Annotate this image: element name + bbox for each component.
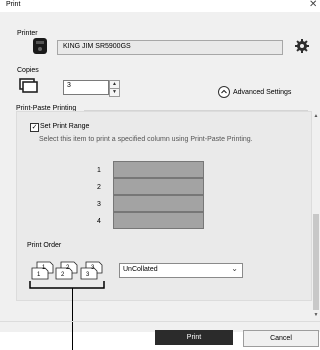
title-bar [0, 0, 320, 12]
printer-device-icon [33, 38, 47, 54]
copies-value: 3 [67, 82, 71, 89]
range-cell[interactable] [113, 212, 204, 229]
set-print-range-label[interactable]: Set Print Range [40, 123, 89, 130]
range-row-number: 3 [97, 201, 101, 208]
footer-divider [0, 321, 320, 322]
chevron-up-icon[interactable] [218, 86, 230, 98]
range-row-number: 4 [97, 218, 101, 225]
scroll-thumb[interactable] [313, 214, 319, 310]
printer-name-field[interactable]: KING JIM SR5900GS [57, 40, 283, 55]
gear-icon[interactable] [295, 39, 309, 53]
cancel-button[interactable]: Cancel [243, 330, 319, 347]
advanced-settings-link[interactable]: Advanced Settings [233, 89, 291, 96]
printer-name-value: KING JIM SR5900GS [63, 43, 131, 50]
scroll-down-arrow[interactable]: ▼ [313, 312, 319, 318]
range-row-number: 1 [97, 167, 101, 174]
window-title: Print [6, 1, 21, 8]
range-cell[interactable] [113, 178, 204, 195]
uncollated-order-illustration: 1 1 2 2 3 3 [29, 261, 105, 289]
print-order-select[interactable]: UnCollated ⌄ [119, 263, 243, 278]
copies-decrement-button[interactable]: ▼ [109, 88, 120, 97]
print-order-label: Print Order [27, 242, 62, 249]
copies-stack-icon [19, 78, 38, 93]
chevron-down-icon: ⌄ [231, 264, 238, 273]
print-order-selected: UnCollated [123, 266, 158, 273]
range-row-number: 2 [97, 184, 101, 191]
callout-line [72, 288, 73, 350]
range-cell[interactable] [113, 161, 204, 178]
print-button[interactable]: Print [155, 330, 233, 345]
set-print-range-description: Select this item to print a specified co… [39, 136, 253, 143]
copies-input[interactable]: 3 [63, 80, 109, 95]
range-cell[interactable] [113, 195, 204, 212]
printer-label: Printer [17, 30, 38, 37]
scroll-up-arrow[interactable]: ▲ [313, 113, 319, 119]
copies-label: Copies [17, 67, 39, 74]
set-print-range-checkbox[interactable]: ✓ [30, 123, 39, 132]
close-icon[interactable]: ✕ [309, 0, 317, 10]
